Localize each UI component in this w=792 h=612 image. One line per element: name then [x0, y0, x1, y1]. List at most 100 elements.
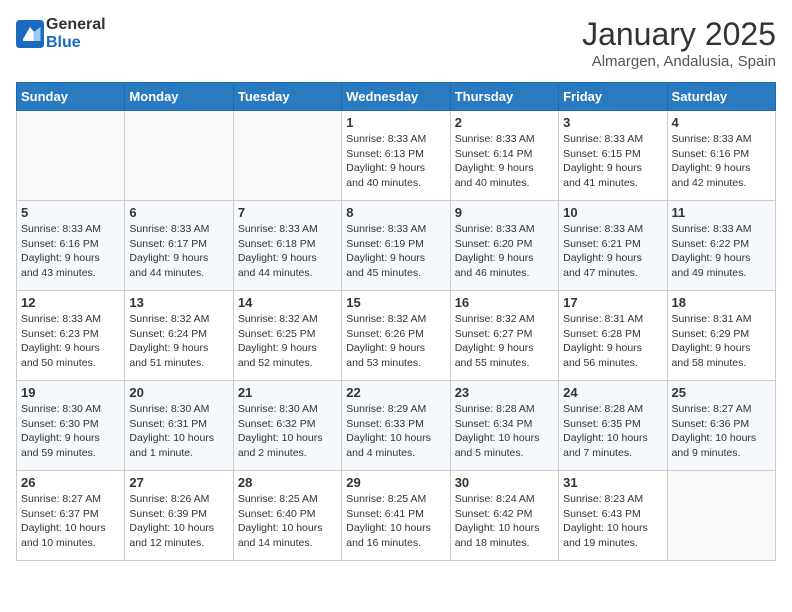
- day-header-wednesday: Wednesday: [342, 83, 450, 111]
- day-info: Sunrise: 8:25 AM Sunset: 6:40 PM Dayligh…: [238, 492, 337, 551]
- calendar-cell: 15 Sunrise: 8:32 AM Sunset: 6:26 PM Dayli…: [342, 291, 450, 381]
- calendar-week-row: 1Sunrise: 8:33 AM Sunset: 6:13 PM Daylig…: [17, 111, 776, 201]
- day-number: 28: [238, 475, 337, 490]
- calendar-cell: 20 Sunrise: 8:30 AM Sunset: 6:31 PM Dayli…: [125, 381, 233, 471]
- calendar-cell: 28 Sunrise: 8:25 AM Sunset: 6:40 PM Dayli…: [233, 471, 341, 561]
- calendar-cell: 29 Sunrise: 8:25 AM Sunset: 6:41 PM Dayli…: [342, 471, 450, 561]
- day-header-sunday: Sunday: [17, 83, 125, 111]
- day-header-thursday: Thursday: [450, 83, 558, 111]
- calendar-cell: 7 Sunrise: 8:33 AM Sunset: 6:18 PM Daylig…: [233, 201, 341, 291]
- calendar-header-row: SundayMondayTuesdayWednesdayThursdayFrid…: [17, 83, 776, 111]
- day-info: Sunrise: 8:28 AM Sunset: 6:34 PM Dayligh…: [455, 402, 554, 461]
- location: Almargen, Andalusia, Spain: [582, 53, 776, 70]
- day-header-monday: Monday: [125, 83, 233, 111]
- day-info: Sunrise: 8:31 AM Sunset: 6:28 PM Dayligh…: [563, 312, 662, 371]
- day-info: Sunrise: 8:31 AM Sunset: 6:29 PM Dayligh…: [672, 312, 771, 371]
- day-info: Sunrise: 8:32 AM Sunset: 6:24 PM Dayligh…: [129, 312, 228, 371]
- day-info: Sunrise: 8:30 AM Sunset: 6:30 PM Dayligh…: [21, 402, 120, 461]
- day-info: Sunrise: 8:33 AM Sunset: 6:17 PM Dayligh…: [129, 222, 228, 281]
- calendar-cell: 18 Sunrise: 8:31 AM Sunset: 6:29 PM Dayli…: [667, 291, 775, 381]
- calendar-cell: 2 Sunrise: 8:33 AM Sunset: 6:14 PM Daylig…: [450, 111, 558, 201]
- day-number: 30: [455, 475, 554, 490]
- calendar-cell: 22 Sunrise: 8:29 AM Sunset: 6:33 PM Dayli…: [342, 381, 450, 471]
- logo-icon: [16, 20, 44, 48]
- day-info: Sunrise: 8:28 AM Sunset: 6:35 PM Dayligh…: [563, 402, 662, 461]
- day-number: 31: [563, 475, 662, 490]
- day-number: 29: [346, 475, 445, 490]
- day-info: Sunrise: 8:26 AM Sunset: 6:39 PM Dayligh…: [129, 492, 228, 551]
- day-info: Sunrise: 8:33 AM Sunset: 6:22 PM Dayligh…: [672, 222, 771, 281]
- calendar-cell: 25Sunrise: 8:27 AM Sunset: 6:36 PM Dayli…: [667, 381, 775, 471]
- day-info: Sunrise: 8:30 AM Sunset: 6:31 PM Dayligh…: [129, 402, 228, 461]
- day-number: 10: [563, 205, 662, 220]
- day-info: Sunrise: 8:33 AM Sunset: 6:21 PM Dayligh…: [563, 222, 662, 281]
- day-number: 24: [563, 385, 662, 400]
- calendar-week-row: 12Sunrise: 8:33 AM Sunset: 6:23 PM Dayli…: [17, 291, 776, 381]
- day-number: 18: [672, 295, 771, 310]
- calendar-cell: 12Sunrise: 8:33 AM Sunset: 6:23 PM Dayli…: [17, 291, 125, 381]
- calendar-cell: 24 Sunrise: 8:28 AM Sunset: 6:35 PM Dayli…: [559, 381, 667, 471]
- day-number: 9: [455, 205, 554, 220]
- calendar-cell: [667, 471, 775, 561]
- calendar-cell: 17 Sunrise: 8:31 AM Sunset: 6:28 PM Dayli…: [559, 291, 667, 381]
- calendar-cell: 27 Sunrise: 8:26 AM Sunset: 6:39 PM Dayli…: [125, 471, 233, 561]
- day-info: Sunrise: 8:33 AM Sunset: 6:18 PM Dayligh…: [238, 222, 337, 281]
- calendar-week-row: 19 Sunrise: 8:30 AM Sunset: 6:30 PM Dayli…: [17, 381, 776, 471]
- day-number: 20: [129, 385, 228, 400]
- day-info: Sunrise: 8:30 AM Sunset: 6:32 PM Dayligh…: [238, 402, 337, 461]
- day-number: 2: [455, 115, 554, 130]
- calendar-week-row: 5Sunrise: 8:33 AM Sunset: 6:16 PM Daylig…: [17, 201, 776, 291]
- day-info: Sunrise: 8:24 AM Sunset: 6:42 PM Dayligh…: [455, 492, 554, 551]
- day-number: 17: [563, 295, 662, 310]
- day-header-friday: Friday: [559, 83, 667, 111]
- day-info: Sunrise: 8:33 AM Sunset: 6:15 PM Dayligh…: [563, 132, 662, 191]
- day-info: Sunrise: 8:33 AM Sunset: 6:14 PM Dayligh…: [455, 132, 554, 191]
- calendar-week-row: 26Sunrise: 8:27 AM Sunset: 6:37 PM Dayli…: [17, 471, 776, 561]
- day-info: Sunrise: 8:29 AM Sunset: 6:33 PM Dayligh…: [346, 402, 445, 461]
- day-number: 8: [346, 205, 445, 220]
- month-title: January 2025: [582, 16, 776, 53]
- calendar-cell: [125, 111, 233, 201]
- day-number: 27: [129, 475, 228, 490]
- day-info: Sunrise: 8:33 AM Sunset: 6:23 PM Dayligh…: [21, 312, 120, 371]
- logo: General Blue: [16, 16, 106, 52]
- calendar-cell: [233, 111, 341, 201]
- day-number: 19: [21, 385, 120, 400]
- calendar-cell: 13 Sunrise: 8:32 AM Sunset: 6:24 PM Dayli…: [125, 291, 233, 381]
- calendar-cell: 1Sunrise: 8:33 AM Sunset: 6:13 PM Daylig…: [342, 111, 450, 201]
- day-header-saturday: Saturday: [667, 83, 775, 111]
- day-info: Sunrise: 8:32 AM Sunset: 6:27 PM Dayligh…: [455, 312, 554, 371]
- day-number: 21: [238, 385, 337, 400]
- day-info: Sunrise: 8:33 AM Sunset: 6:19 PM Dayligh…: [346, 222, 445, 281]
- day-number: 15: [346, 295, 445, 310]
- calendar-cell: 8 Sunrise: 8:33 AM Sunset: 6:19 PM Daylig…: [342, 201, 450, 291]
- calendar-cell: 23 Sunrise: 8:28 AM Sunset: 6:34 PM Dayli…: [450, 381, 558, 471]
- day-number: 13: [129, 295, 228, 310]
- calendar-table: SundayMondayTuesdayWednesdayThursdayFrid…: [16, 82, 776, 561]
- calendar-cell: 3Sunrise: 8:33 AM Sunset: 6:15 PM Daylig…: [559, 111, 667, 201]
- day-info: Sunrise: 8:27 AM Sunset: 6:37 PM Dayligh…: [21, 492, 120, 551]
- day-info: Sunrise: 8:32 AM Sunset: 6:26 PM Dayligh…: [346, 312, 445, 371]
- calendar-cell: 31 Sunrise: 8:23 AM Sunset: 6:43 PM Dayli…: [559, 471, 667, 561]
- calendar-cell: 10 Sunrise: 8:33 AM Sunset: 6:21 PM Dayli…: [559, 201, 667, 291]
- day-number: 5: [21, 205, 120, 220]
- day-number: 7: [238, 205, 337, 220]
- calendar-cell: 6Sunrise: 8:33 AM Sunset: 6:17 PM Daylig…: [125, 201, 233, 291]
- calendar-cell: 19 Sunrise: 8:30 AM Sunset: 6:30 PM Dayli…: [17, 381, 125, 471]
- day-number: 22: [346, 385, 445, 400]
- day-number: 11: [672, 205, 771, 220]
- calendar-cell: 21 Sunrise: 8:30 AM Sunset: 6:32 PM Dayli…: [233, 381, 341, 471]
- day-number: 23: [455, 385, 554, 400]
- day-number: 16: [455, 295, 554, 310]
- calendar-body: 1Sunrise: 8:33 AM Sunset: 6:13 PM Daylig…: [17, 111, 776, 561]
- calendar-cell: 14Sunrise: 8:32 AM Sunset: 6:25 PM Dayli…: [233, 291, 341, 381]
- day-number: 25: [672, 385, 771, 400]
- calendar-cell: 5Sunrise: 8:33 AM Sunset: 6:16 PM Daylig…: [17, 201, 125, 291]
- day-number: 1: [346, 115, 445, 130]
- day-number: 14: [238, 295, 337, 310]
- day-info: Sunrise: 8:25 AM Sunset: 6:41 PM Dayligh…: [346, 492, 445, 551]
- day-info: Sunrise: 8:23 AM Sunset: 6:43 PM Dayligh…: [563, 492, 662, 551]
- calendar-cell: 26Sunrise: 8:27 AM Sunset: 6:37 PM Dayli…: [17, 471, 125, 561]
- calendar-cell: [17, 111, 125, 201]
- title-block: January 2025 Almargen, Andalusia, Spain: [582, 16, 776, 70]
